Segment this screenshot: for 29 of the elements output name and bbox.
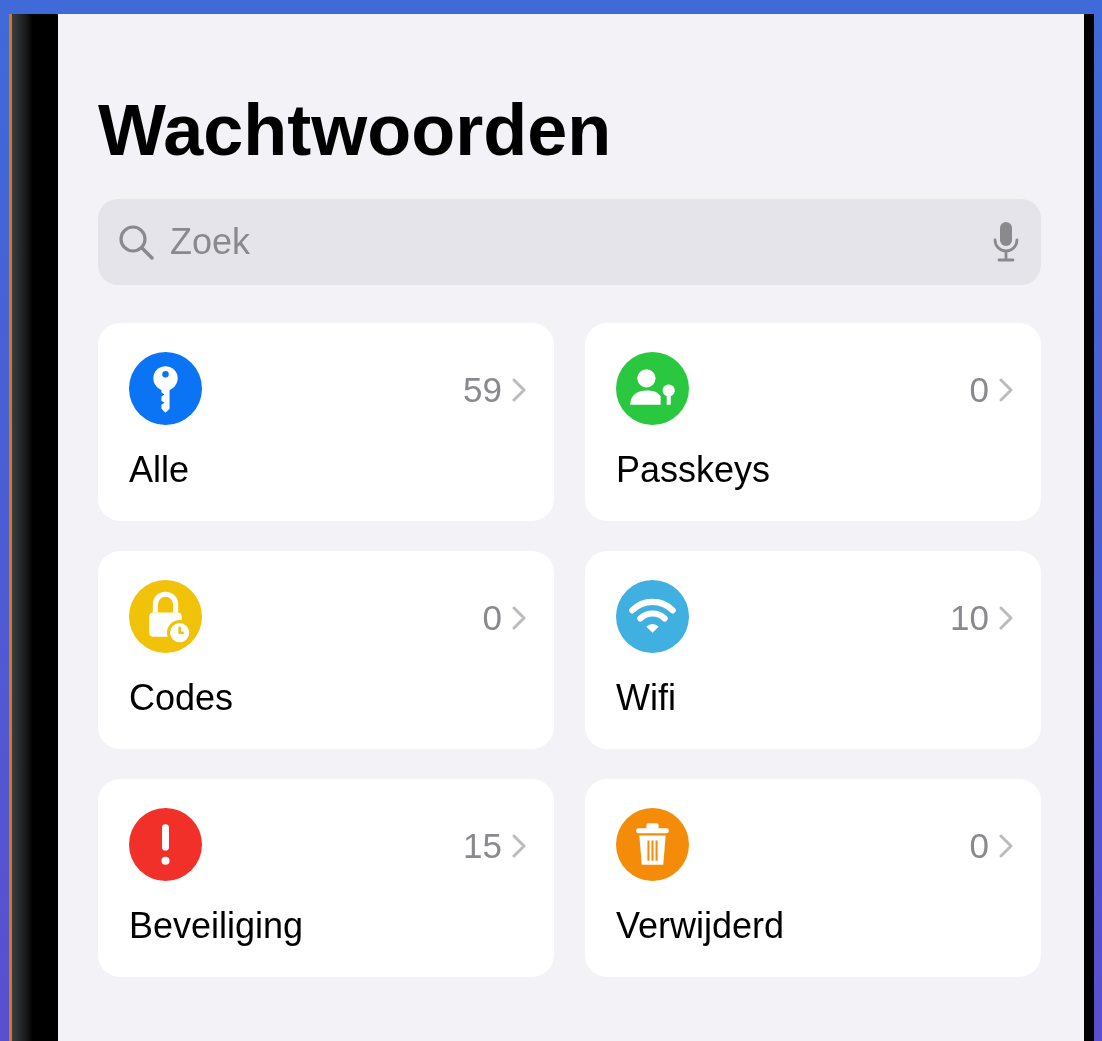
page-title: Wachtwoorden (98, 94, 612, 166)
category-card[interactable]: 10 Wifi (585, 551, 1041, 749)
category-card[interactable]: 15 Beveiliging (98, 779, 554, 977)
category-label: Passkeys (616, 449, 772, 491)
microphone-icon[interactable] (991, 220, 1021, 264)
category-label: Verwijderd (616, 905, 786, 947)
category-label: Beveiliging (129, 905, 305, 947)
category-card[interactable]: 0 Codes (98, 551, 554, 749)
item-count: 0 (969, 826, 989, 866)
category-card[interactable]: 0 Passkeys (585, 323, 1041, 521)
chevron-icon (999, 834, 1013, 858)
chevron-icon (512, 378, 526, 402)
category-label: Wifi (616, 677, 677, 719)
category-card[interactable]: 0 Verwijderd (585, 779, 1041, 977)
chevron-icon (999, 606, 1013, 630)
chevron-icon (512, 834, 526, 858)
search-field[interactable]: Zoek (98, 199, 1041, 285)
category-label: Codes (129, 677, 235, 719)
category-card[interactable]: 59 Alle (98, 323, 554, 521)
item-count: 15 (463, 826, 502, 866)
category-label: Alle (129, 449, 191, 491)
item-count: 10 (950, 598, 989, 638)
item-count: 0 (482, 598, 502, 638)
item-count: 0 (969, 370, 989, 410)
search-field[interactable]: Zoek (168, 220, 979, 264)
item-count: 59 (463, 370, 502, 410)
search-icon (116, 222, 156, 262)
chevron-icon (512, 606, 526, 630)
chevron-icon (999, 378, 1013, 402)
